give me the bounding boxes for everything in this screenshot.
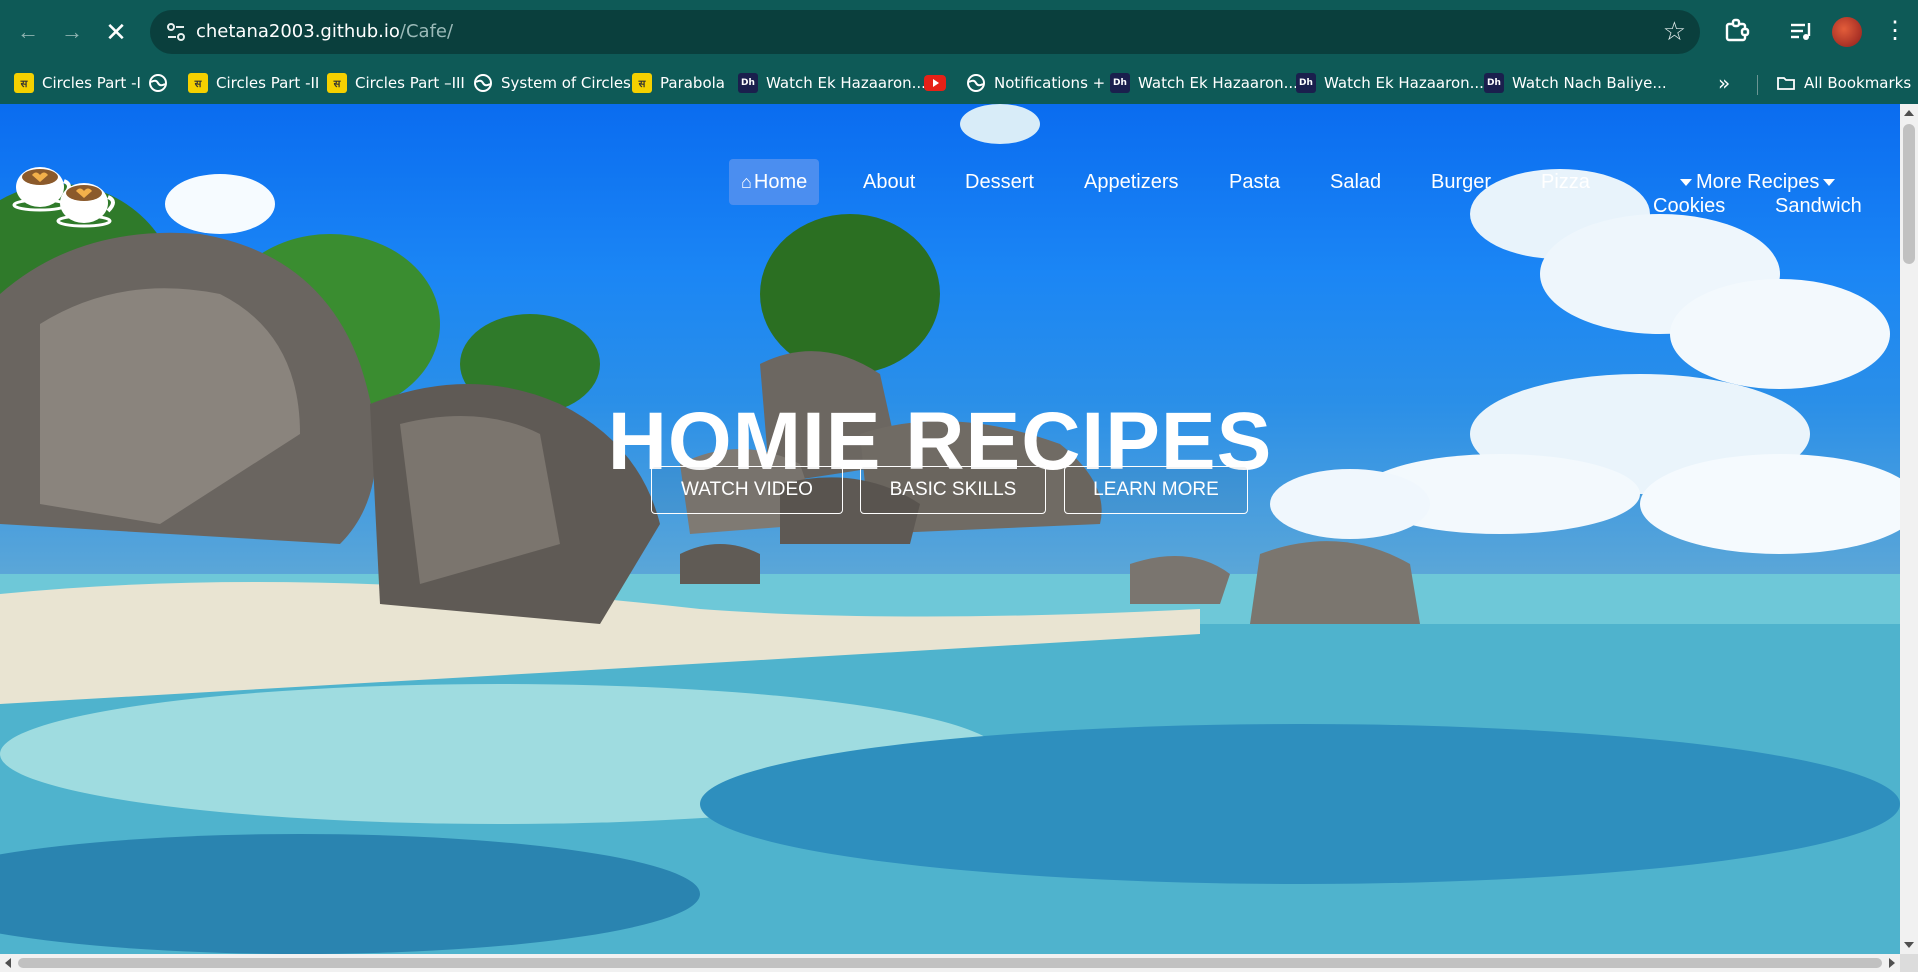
bookmark-item[interactable]: Dh Watch Ek Hazaaron... (1296, 71, 1484, 95)
bookmark-item[interactable]: स Circles Part -I (14, 71, 141, 95)
vertical-scrollbar[interactable] (1900, 104, 1918, 954)
nav-cookies[interactable]: Cookies (1653, 195, 1725, 218)
back-arrow-icon[interactable]: ← (12, 16, 44, 48)
bookmark-label: Watch Nach Baliye... (1512, 74, 1667, 92)
vertical-scroll-thumb[interactable] (1903, 124, 1915, 264)
kebab-menu-icon[interactable]: ⋮ (1880, 16, 1910, 46)
horizontal-scrollbar[interactable] (0, 954, 1900, 972)
stop-loading-close-icon[interactable]: ✕ (100, 16, 132, 48)
dh-icon: Dh (738, 73, 758, 93)
all-bookmarks-button[interactable]: All Bookmarks (1776, 71, 1911, 95)
globe-icon (149, 74, 167, 92)
nav-home[interactable]: ⌂ Home (729, 159, 820, 205)
url-text[interactable]: chetana2003.github.io/Cafe/ (196, 21, 453, 42)
more-bookmarks-chevron-icon[interactable]: » (1718, 71, 1730, 95)
folder-icon (1777, 77, 1795, 90)
caret-down-icon (1680, 179, 1692, 187)
site-info-icon[interactable] (164, 20, 188, 44)
bookmark-item[interactable]: Dh Watch Ek Hazaaron... (1110, 71, 1298, 95)
scrollbar-corner (1900, 954, 1918, 972)
more-recipes-dropdown[interactable]: More Recipes (1676, 171, 1839, 194)
bookmarks-bar: स Circles Part -I स Circles Part -II स C… (0, 63, 1918, 104)
yellow-site-icon: स (188, 73, 208, 93)
bookmark-item[interactable]: स Circles Part -II (188, 71, 319, 95)
media-controls-icon[interactable] (1787, 16, 1817, 46)
browser-toolbar: ← → ✕ chetana2003.github.io/Cafe/ ☆ ⋮ (0, 0, 1918, 63)
bookmarks-divider (1757, 75, 1758, 95)
horizontal-scroll-thumb[interactable] (18, 958, 1882, 968)
page-viewport: ⌂ Home About Dessert Appetizers Pasta Sal… (0, 104, 1900, 954)
nav-about[interactable]: About (851, 159, 927, 205)
home-icon: ⌂ (741, 172, 752, 192)
bookmark-label: Watch Ek Hazaaron... (766, 74, 926, 92)
globe-icon (967, 74, 985, 92)
nav-sandwich[interactable]: Sandwich (1775, 195, 1862, 218)
dh-icon: Dh (1110, 73, 1130, 93)
url-host: chetana2003.github.io (196, 21, 400, 42)
bookmark-item[interactable]: स Parabola (632, 71, 725, 95)
yellow-site-icon: स (327, 73, 347, 93)
profile-avatar[interactable] (1832, 17, 1862, 47)
bookmark-label: Parabola (660, 74, 725, 92)
more-recipes-label: More Recipes (1696, 171, 1820, 193)
scroll-down-arrow-icon[interactable] (1904, 942, 1914, 948)
bookmark-label: Watch Ek Hazaaron... (1138, 74, 1298, 92)
nav-home-label: Home (753, 171, 808, 193)
basic-skills-button[interactable]: BASIC SKILLS (860, 466, 1046, 514)
nav-dessert[interactable]: Dessert (953, 159, 1046, 205)
bookmark-star-icon[interactable]: ☆ (1663, 16, 1686, 47)
bookmark-label: Circles Part -I (42, 74, 141, 92)
scroll-right-arrow-icon[interactable] (1889, 958, 1895, 968)
url-path: /Cafe/ (399, 21, 454, 42)
dh-icon: Dh (1484, 73, 1504, 93)
bookmark-item[interactable]: Notifications + (966, 71, 1105, 95)
nav-burger[interactable]: Burger (1419, 159, 1503, 205)
bookmark-item[interactable]: System of Circles (473, 71, 631, 95)
caret-down-icon (1823, 179, 1836, 187)
bookmark-item[interactable] (148, 71, 176, 95)
beach-background-image (0, 104, 1900, 954)
bookmark-label: Notifications + (994, 74, 1106, 92)
address-bar[interactable]: chetana2003.github.io/Cafe/ ☆ (150, 10, 1700, 54)
nav-pizza[interactable]: Pizza (1529, 159, 1602, 205)
nav-pasta[interactable]: Pasta (1217, 159, 1292, 205)
watch-video-button[interactable]: WATCH VIDEO (651, 466, 843, 514)
site-navbar: ⌂ Home About Dessert Appetizers Pasta Sal… (0, 159, 1900, 219)
nav-appetizers[interactable]: Appetizers (1072, 159, 1191, 205)
forward-arrow-icon[interactable]: → (56, 16, 88, 48)
extensions-puzzle-icon[interactable] (1722, 16, 1752, 46)
learn-more-button[interactable]: LEARN MORE (1064, 466, 1248, 514)
yellow-site-icon: स (14, 73, 34, 93)
all-bookmarks-label: All Bookmarks (1804, 74, 1912, 92)
bookmark-item[interactable]: स Circles Part –III (327, 71, 465, 95)
scroll-left-arrow-icon[interactable] (5, 958, 11, 968)
bookmark-item[interactable]: Dh Watch Nach Baliye... (1484, 71, 1667, 95)
bookmark-item[interactable] (924, 71, 954, 95)
bookmark-item[interactable]: Dh Watch Ek Hazaaron... (738, 71, 926, 95)
nav-salad[interactable]: Salad (1318, 159, 1393, 205)
scroll-up-arrow-icon[interactable] (1904, 110, 1914, 116)
bookmark-label: Circles Part –III (355, 74, 465, 92)
youtube-icon (924, 75, 946, 91)
bookmark-label: System of Circles (501, 74, 631, 92)
dh-icon: Dh (1296, 73, 1316, 93)
bookmark-label: Circles Part -II (216, 74, 320, 92)
globe-icon (474, 74, 492, 92)
yellow-site-icon: स (632, 73, 652, 93)
bookmark-label: Watch Ek Hazaaron... (1324, 74, 1484, 92)
